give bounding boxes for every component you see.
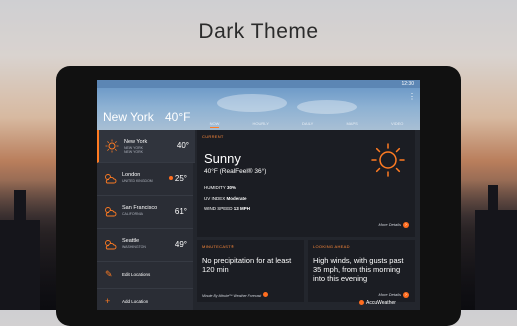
humidity-row: HUMIDITY 30% xyxy=(204,185,236,190)
location-item-san-francisco[interactable]: San Francisco CALIFORNIA 61° xyxy=(97,196,193,229)
status-bar: 12:30 xyxy=(97,80,420,88)
uv-row: UV INDEX Moderate xyxy=(204,196,247,201)
condition-text: Sunny xyxy=(204,151,241,166)
location-region: WASHINGTON xyxy=(122,245,146,249)
card-header: CURRENT xyxy=(202,134,224,139)
hero-city: New York xyxy=(103,110,154,124)
minutecast-text: No precipitation for at least 120 min xyxy=(202,256,292,274)
cloud-shape xyxy=(297,100,357,114)
location-region: UNITED KINGDOM xyxy=(122,179,153,183)
locations-sidebar: New York NEW YORK NEW YORK 40° London UNI… xyxy=(97,130,195,310)
alert-dot-icon xyxy=(169,176,173,180)
more-details-link[interactable]: More Details › xyxy=(379,222,409,228)
location-temp: 61° xyxy=(174,207,187,216)
card-header: MINUTECAST® xyxy=(202,244,235,249)
status-time: 12:30 xyxy=(401,81,414,87)
minutecast-footer: Minute By Minute™ Weather Forecast xyxy=(202,292,269,298)
partly-cloudy-icon xyxy=(105,174,117,184)
tab-maps[interactable]: MAPS xyxy=(346,118,357,128)
hero-temp: 40°F xyxy=(165,110,191,124)
cloud-shape xyxy=(217,94,287,112)
location-item-london[interactable]: London UNITED KINGDOM 25° xyxy=(97,163,193,196)
tab-video[interactable]: VIDEO xyxy=(391,118,403,128)
location-temp: 40° xyxy=(176,141,189,150)
edit-locations-button[interactable]: ✎ Edit Locations xyxy=(97,262,193,289)
pencil-icon: ✎ xyxy=(105,269,113,279)
minutecast-card[interactable]: MINUTECAST® No precipitation for at leas… xyxy=(197,240,304,302)
sun-icon xyxy=(105,139,119,153)
tab-daily[interactable]: DAILY xyxy=(302,118,313,128)
location-name: San Francisco xyxy=(122,205,158,211)
arrow-right-icon: › xyxy=(403,222,409,228)
add-location-label: Add Location xyxy=(122,299,149,304)
overflow-menu-icon[interactable]: ⋮ xyxy=(408,92,416,101)
location-temp: 49° xyxy=(174,240,187,249)
partly-cloudy-icon xyxy=(105,240,117,250)
wind-row: WIND SPEED 13 MPH xyxy=(204,206,251,211)
tab-hourly[interactable]: HOURLY xyxy=(253,118,269,128)
arrow-right-icon xyxy=(263,292,269,297)
location-temp: 25° xyxy=(174,174,187,183)
arrow-right-icon: › xyxy=(403,292,409,298)
location-region: NEW YORK NEW YORK xyxy=(124,146,143,154)
partly-cloudy-icon xyxy=(105,207,117,217)
location-name: Seattle xyxy=(122,238,140,244)
temp-realfeel: 40°F (RealFeel® 36°) xyxy=(204,168,267,175)
building xyxy=(14,190,26,310)
building xyxy=(488,185,498,310)
location-item-seattle[interactable]: Seattle WASHINGTON 49° xyxy=(97,229,193,262)
edit-locations-label: Edit Locations xyxy=(122,272,151,277)
location-name: New York xyxy=(124,139,148,145)
location-region: CALIFORNIA xyxy=(122,212,144,216)
app-screen: 12:30 New York 40°F ⋮ NOW HOURLY DAILY M… xyxy=(97,80,420,310)
card-header: LOOKING AHEAD xyxy=(313,244,350,249)
plus-icon: + xyxy=(105,296,111,306)
brand-dot-icon xyxy=(359,300,364,306)
tab-bar: NOW HOURLY DAILY MAPS VIDEO xyxy=(193,118,420,128)
current-conditions-card[interactable]: CURRENT Sunny 40°F (RealFeel® 36°) HUMID… xyxy=(197,130,415,237)
looking-ahead-text: High winds, with gusts past 35 mph, from… xyxy=(313,256,404,283)
more-details-link[interactable]: More Details › xyxy=(379,292,409,298)
sun-icon xyxy=(371,143,405,177)
location-item-new-york[interactable]: New York NEW YORK NEW YORK 40° xyxy=(97,130,195,163)
add-location-button[interactable]: + Add Location xyxy=(97,289,193,310)
location-name: London xyxy=(122,172,141,178)
looking-ahead-card[interactable]: LOOKING AHEAD High winds, with gusts pas… xyxy=(308,240,415,302)
tab-now[interactable]: NOW xyxy=(209,118,220,128)
promo-headline: Dark Theme xyxy=(198,20,319,43)
accuweather-logo: AccuWeather xyxy=(359,300,396,306)
